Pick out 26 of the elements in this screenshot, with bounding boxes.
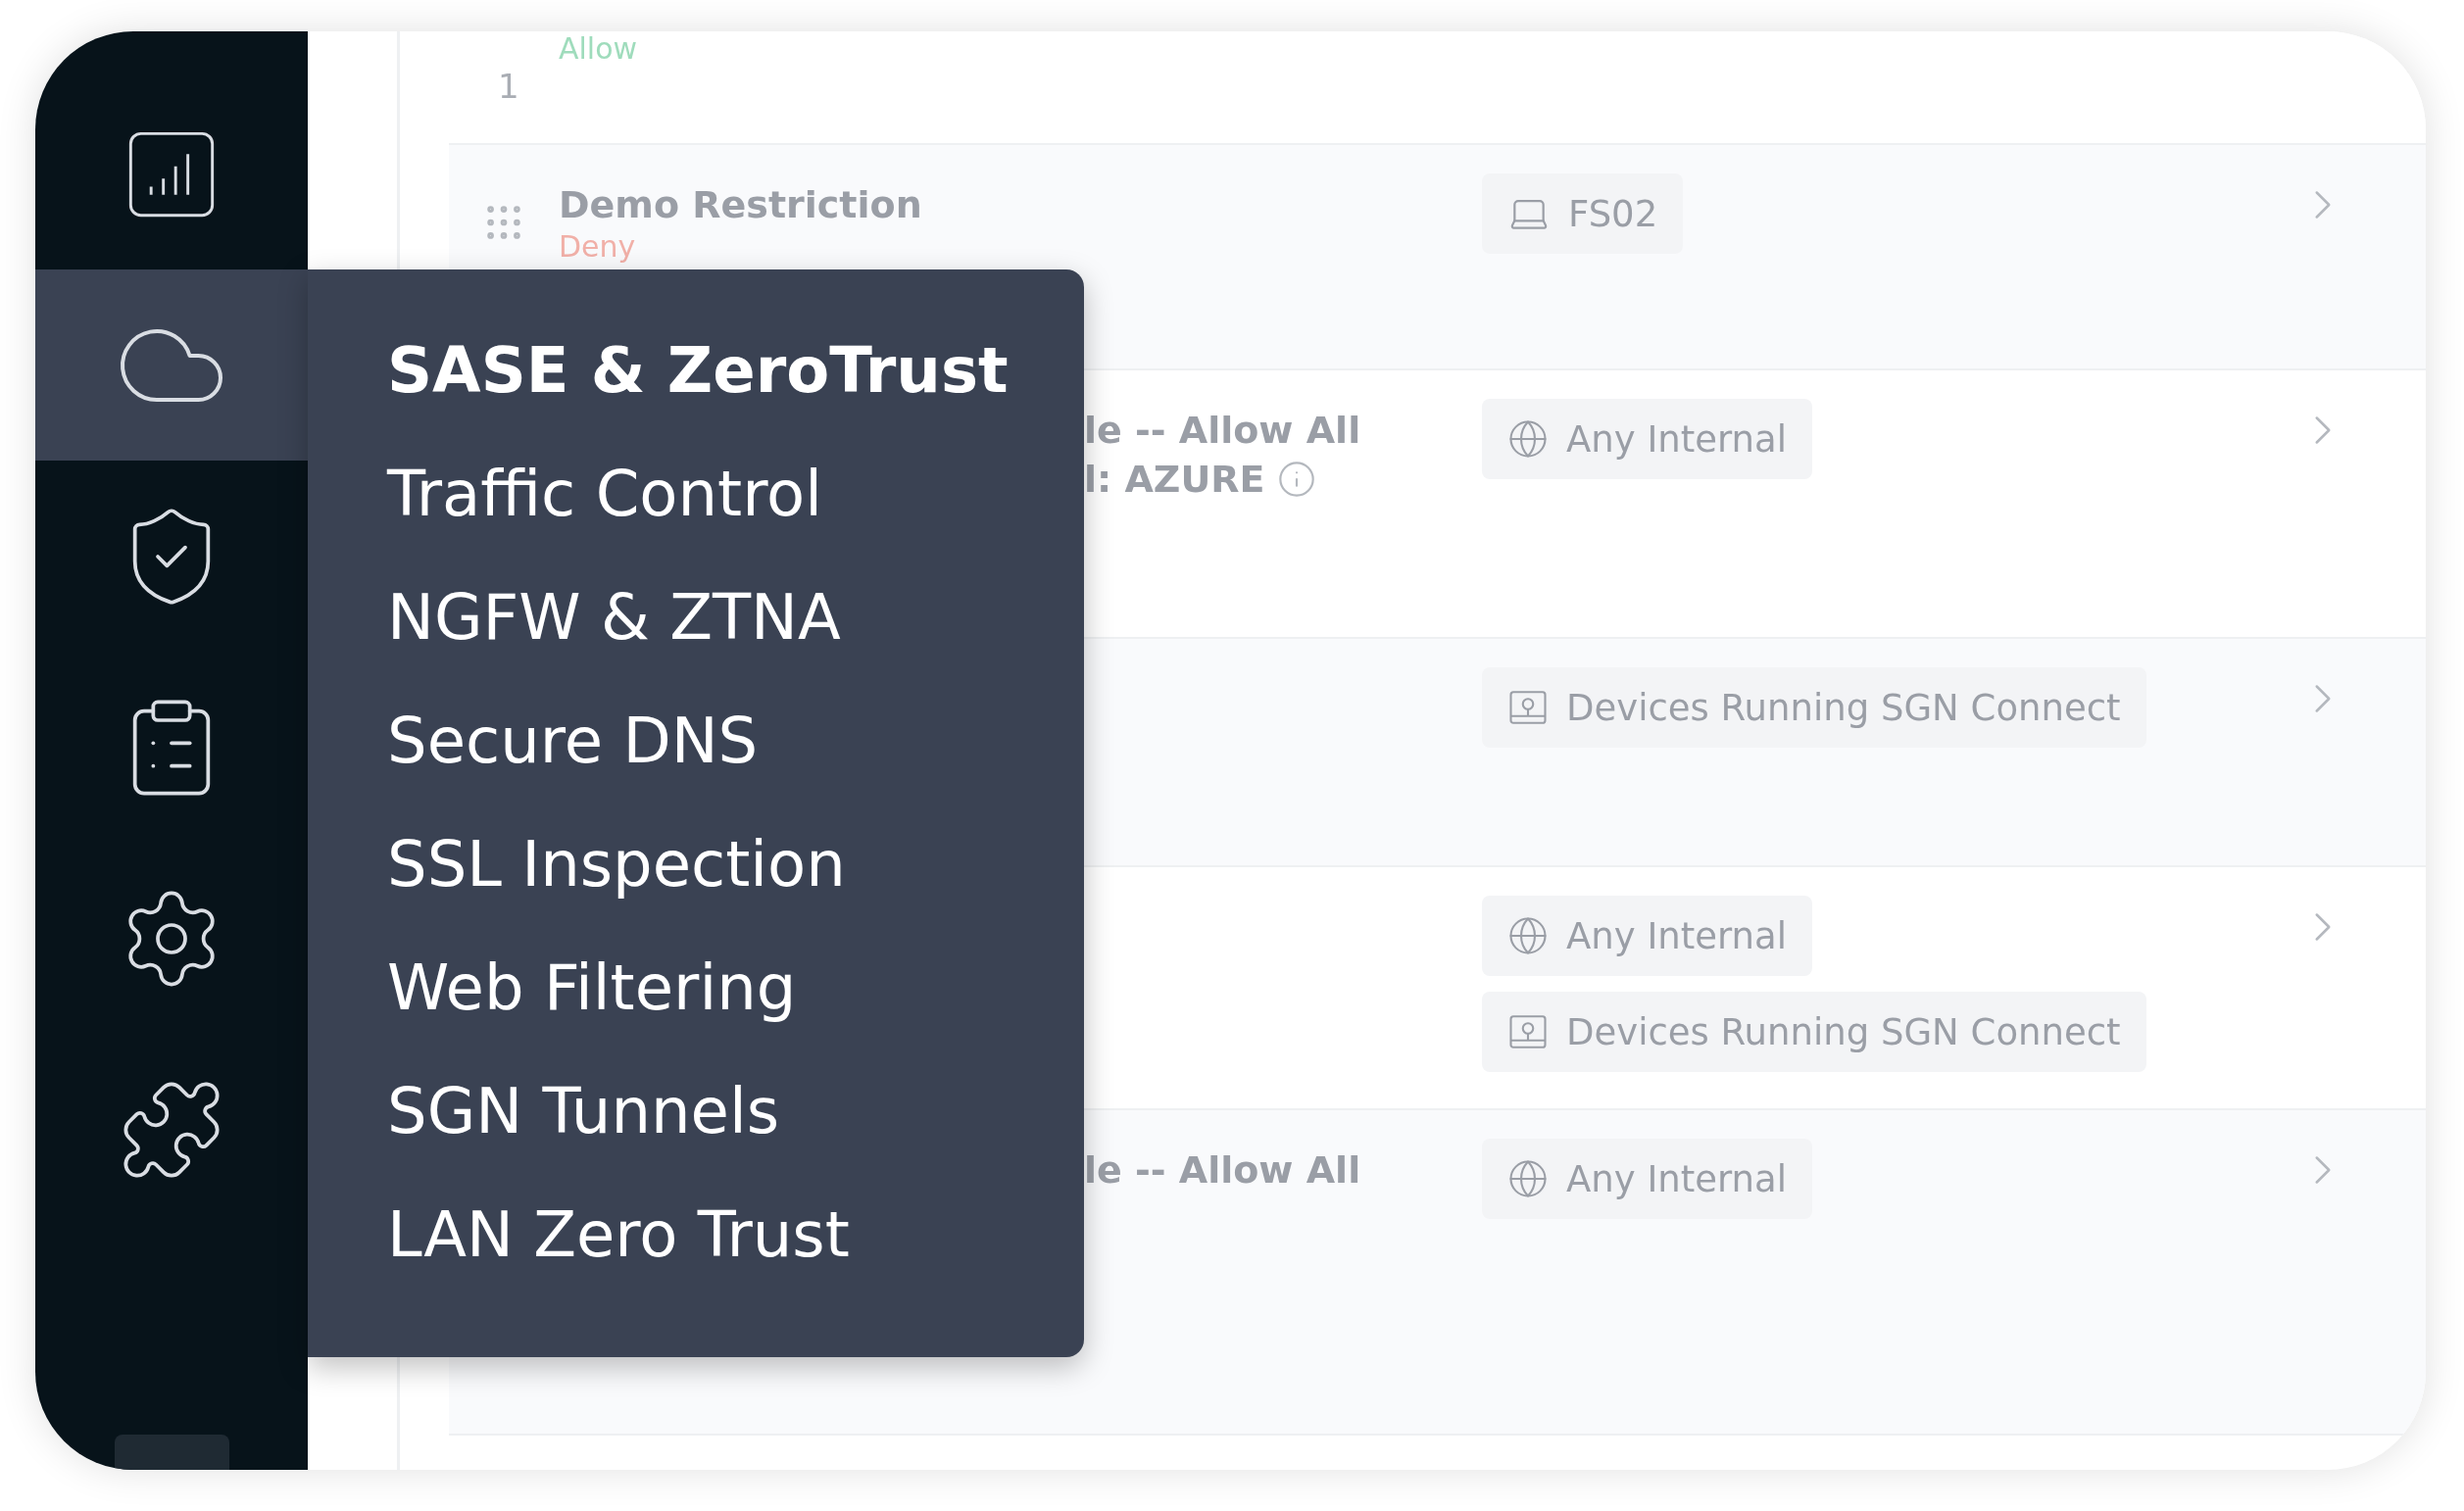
menu-title: SASE & ZeroTrust xyxy=(387,333,1010,409)
rule-detail: l: AZURE xyxy=(1084,457,1265,503)
rule-name: le -- Allow All xyxy=(1084,408,1362,454)
rule-action: Deny xyxy=(559,229,637,265)
menu-item[interactable]: SGN Tunnels xyxy=(387,1049,1084,1173)
menu-item[interactable]: Traffic Control xyxy=(387,432,1084,556)
target-label: Any Internal xyxy=(1566,914,1788,957)
rule-action: Allow xyxy=(559,31,639,67)
sidebar-button[interactable] xyxy=(114,1435,229,1470)
menu-item[interactable]: SSL Inspection xyxy=(387,803,1084,926)
target-label: Any Internal xyxy=(1566,417,1788,461)
rule-name: Demo Restriction xyxy=(559,182,923,228)
target-label: Any Internal xyxy=(1566,1157,1788,1200)
row-number: 1 xyxy=(498,67,520,106)
target-label: Devices Running SGN Connect xyxy=(1566,1010,2121,1053)
rule-name: le -- Allow All xyxy=(1084,1147,1362,1194)
menu-item[interactable]: NGFW & ZTNA xyxy=(387,556,1084,679)
target-label: Devices Running SGN Connect xyxy=(1566,686,2121,729)
menu-item[interactable]: LAN Zero Trust xyxy=(387,1173,1084,1296)
globe-icon xyxy=(1507,1158,1549,1199)
info-icon[interactable] xyxy=(1276,460,1316,499)
menu-item[interactable]: Web Filtering xyxy=(387,926,1084,1049)
globe-icon xyxy=(1507,915,1549,956)
target-label: FS02 xyxy=(1568,192,1658,235)
globe-icon xyxy=(1507,418,1549,460)
menu-item[interactable]: Secure DNS xyxy=(387,679,1084,803)
